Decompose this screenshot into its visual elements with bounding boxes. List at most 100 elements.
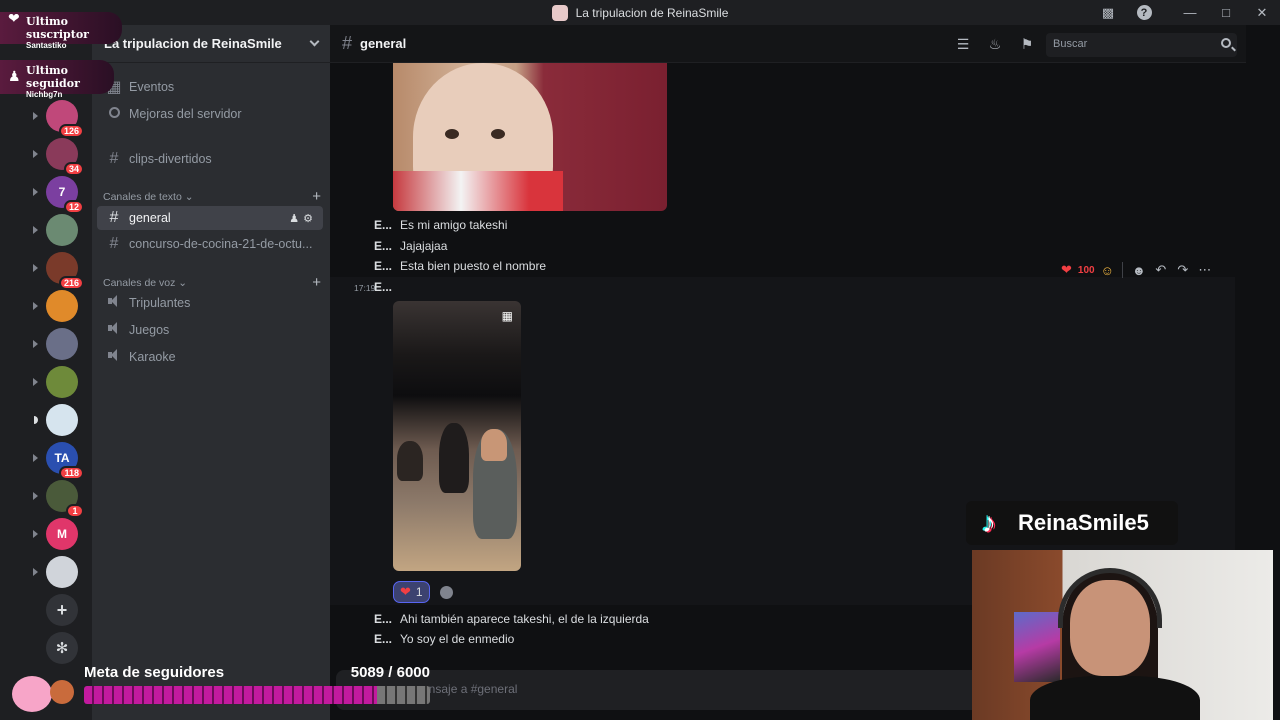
message-header: E...: [374, 280, 400, 294]
voice-category[interactable]: Canales de voz ⌄ +: [103, 274, 321, 291]
add-reaction-button[interactable]: [436, 581, 458, 603]
person: [439, 423, 469, 493]
chevron-down-icon: [309, 36, 320, 47]
voice-karaoke[interactable]: Karaoke: [97, 345, 323, 369]
server-icon[interactable]: [46, 290, 78, 322]
add-server-button[interactable]: +: [46, 594, 78, 626]
heart-icon: ❤: [400, 584, 411, 599]
server-icon[interactable]: [46, 556, 78, 588]
face: [481, 429, 507, 461]
compass-icon: ✻: [46, 632, 78, 664]
boosts-item[interactable]: Mejoras del servidor: [97, 102, 323, 126]
help-icon: ?: [1136, 5, 1152, 20]
author-name[interactable]: E...: [374, 239, 392, 253]
server-avatar: [46, 556, 78, 588]
forward-icon[interactable]: ↷: [1175, 262, 1191, 278]
follower-goal: Meta de seguidores 5089 / 6000: [84, 662, 430, 708]
server-icon[interactable]: [46, 214, 78, 246]
speaker-icon: [105, 348, 123, 366]
maximize-button[interactable]: □: [1208, 0, 1244, 25]
search-input[interactable]: Buscar: [1046, 33, 1237, 57]
message-video[interactable]: ▦: [393, 301, 521, 571]
author-name[interactable]: E...: [374, 632, 392, 646]
server-icon[interactable]: [46, 366, 78, 398]
message-actions: ❤ 100 ☺ ☻ ↶ ↷ ⋯: [1055, 258, 1219, 282]
message-image[interactable]: [393, 63, 667, 211]
server-icon[interactable]: TA 118: [46, 442, 84, 480]
server-unread-arrow: [33, 378, 38, 386]
server-icon[interactable]: 34: [46, 138, 84, 176]
gear-icon[interactable]: ⚙: [303, 213, 317, 225]
goal-count: 5089 / 6000: [350, 664, 430, 681]
add-reaction-icon[interactable]: ☻: [1131, 263, 1147, 278]
server-avatar: [46, 290, 78, 322]
server-unread-arrow: [33, 568, 38, 576]
events-label: Eventos: [129, 80, 175, 94]
heart-reaction-icon[interactable]: ❤: [1061, 262, 1072, 278]
server-icon[interactable]: [34, 404, 78, 436]
server-icon[interactable]: 216: [46, 252, 84, 290]
server-unread-arrow: [33, 492, 38, 500]
mention-badge: 126: [58, 124, 84, 138]
voice-juegos[interactable]: Juegos: [97, 318, 323, 342]
chat-header: # general ☰ ♨ ⚑ ♟ Buscar: [330, 25, 1246, 63]
message-text: Es mi amigo takeshi: [400, 218, 508, 232]
channel-label: Juegos: [129, 323, 170, 337]
server-rail: 126 34 7 12 216 TA 118 1 M + ✻: [0, 25, 92, 720]
add-channel-icon[interactable]: +: [312, 274, 321, 291]
server-unread-arrow: [33, 112, 38, 120]
speaker-icon: [105, 321, 123, 339]
plus-icon: +: [46, 594, 78, 626]
divider: [1121, 262, 1123, 278]
channel-clips-divertidos[interactable]: # clips-divertidos: [97, 147, 323, 171]
server-icon[interactable]: M: [46, 518, 78, 550]
guild-header[interactable]: La tripulacion de ReinaSmile: [92, 25, 330, 63]
goal-remaining: [377, 686, 430, 704]
server-icon[interactable]: [46, 328, 78, 360]
heart-icon: ❤: [8, 10, 20, 26]
pin-icon[interactable]: ⚑: [1018, 36, 1036, 52]
more-icon[interactable]: ⋯: [1197, 262, 1213, 278]
bell-icon[interactable]: ♨: [986, 36, 1004, 52]
app-icon: [551, 4, 568, 21]
server-avatar: [46, 404, 78, 436]
events-item[interactable]: ▦ Eventos: [97, 75, 323, 99]
explore-button[interactable]: ✻: [46, 632, 78, 664]
server-icon[interactable]: 126: [46, 100, 84, 138]
message-line: E... Ahi también aparece takeshi, el de l…: [374, 612, 649, 626]
voice-tripulantes[interactable]: Tripulantes: [97, 291, 323, 315]
gallery-icon[interactable]: ▦: [502, 309, 513, 323]
close-button[interactable]: ✕: [1244, 0, 1280, 25]
reply-icon[interactable]: ↶: [1153, 262, 1169, 278]
hundred-reaction-icon[interactable]: 100: [1078, 265, 1095, 276]
channel-label: concurso-de-cocina-21-de-octu...: [129, 237, 313, 251]
channel-general[interactable]: # general ♟⚙: [97, 206, 323, 230]
author-name[interactable]: E...: [374, 218, 392, 232]
message-text: Yo soy el de enmedio: [400, 632, 515, 646]
author-name[interactable]: E...: [374, 259, 392, 273]
blush-reaction-icon[interactable]: ☺: [1101, 263, 1114, 278]
channel-label: Tripulantes: [129, 296, 191, 310]
author-name[interactable]: E...: [374, 612, 392, 626]
server-icon[interactable]: 1: [46, 480, 84, 518]
inbox-icon[interactable]: ▩: [1098, 0, 1118, 25]
window-title: La tripulacion de ReinaSmile: [575, 5, 729, 20]
heart-reaction[interactable]: ❤ 1: [393, 581, 430, 603]
invite-icon[interactable]: ♟: [289, 213, 303, 225]
minimize-button[interactable]: —: [1172, 0, 1208, 25]
guild-name: La tripulacion de ReinaSmile: [104, 36, 282, 51]
search-placeholder: Buscar: [1053, 38, 1088, 50]
message-line: E... Jajajajaa: [374, 239, 447, 253]
selected-server-pill: [34, 416, 38, 424]
channel-concurso[interactable]: # concurso-de-cocina-21-de-octu...: [97, 232, 323, 256]
add-user-icon: ♟: [8, 68, 21, 84]
server-icon[interactable]: 7 12: [46, 176, 84, 214]
author-name[interactable]: E...: [374, 280, 392, 294]
add-channel-icon[interactable]: +: [312, 188, 321, 205]
help-button[interactable]: ?: [1134, 0, 1154, 25]
text-category[interactable]: Canales de texto ⌄ +: [103, 188, 321, 205]
threads-icon[interactable]: ☰: [954, 36, 972, 52]
message-placeholder: ensaje a #general: [422, 682, 518, 696]
message-timestamp: 17:19: [354, 283, 376, 293]
hash-icon: #: [109, 209, 119, 226]
